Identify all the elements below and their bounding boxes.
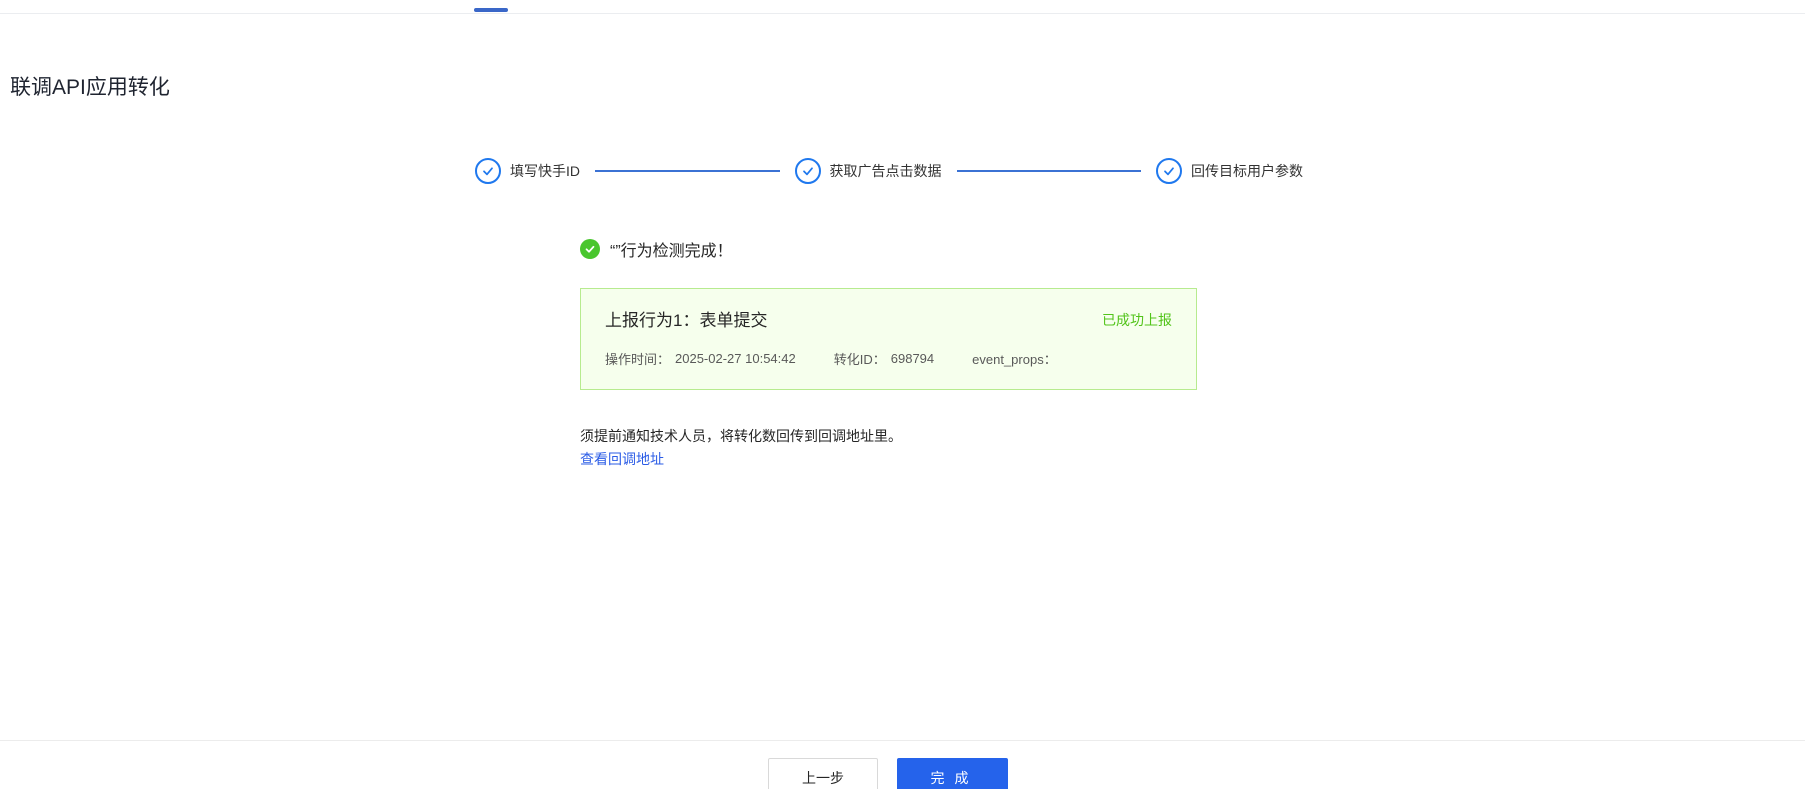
success-check-icon	[580, 239, 600, 259]
report-card-meta: 操作时间： 2025-02-27 10:54:42 转化ID： 698794 e…	[605, 349, 1172, 368]
meta-event-props: event_props：	[972, 349, 1062, 368]
step-check-icon	[795, 158, 821, 184]
step-label: 获取广告点击数据	[830, 161, 942, 181]
step-check-icon	[1156, 158, 1182, 184]
meta-value: 2025-02-27 10:54:42	[675, 351, 796, 366]
active-tab-indicator	[474, 8, 508, 12]
report-behavior-card: 上报行为1：表单提交 已成功上报 操作时间： 2025-02-27 10:54:…	[580, 288, 1197, 390]
meta-label: 操作时间：	[605, 349, 670, 368]
step-check-icon	[475, 158, 501, 184]
step-fill-kuaishou-id: 填写快手ID	[475, 158, 580, 184]
callback-note: 须提前通知技术人员，将转化数回传到回调地址里。	[580, 426, 902, 446]
step-label: 回传目标用户参数	[1191, 161, 1303, 181]
report-card-title: 上报行为1：表单提交	[605, 309, 767, 333]
page: 联调API应用转化 填写快手ID 获取广告点击数据	[0, 0, 1805, 789]
step-return-target-user-params: 回传目标用户参数	[1156, 158, 1303, 184]
detection-complete-row: “”行为检测完成！	[580, 237, 733, 261]
tab-bar	[0, 0, 1805, 14]
step-get-ad-click-data: 获取广告点击数据	[795, 158, 942, 184]
page-title: 联调API应用转化	[10, 74, 170, 102]
meta-conversion-id: 转化ID： 698794	[834, 349, 934, 368]
detection-complete-message: “”行为检测完成！	[610, 237, 733, 261]
view-callback-address-link[interactable]: 查看回调地址	[580, 449, 664, 469]
step-connector	[595, 170, 780, 172]
done-button[interactable]: 完成	[897, 758, 1008, 789]
meta-value: 698794	[891, 351, 934, 366]
meta-label: event_props：	[972, 349, 1057, 368]
meta-label: 转化ID：	[834, 349, 886, 368]
meta-operation-time: 操作时间： 2025-02-27 10:54:42	[605, 349, 796, 368]
report-card-header: 上报行为1：表单提交 已成功上报	[605, 309, 1172, 333]
step-connector	[957, 170, 1142, 172]
stepper: 填写快手ID 获取广告点击数据 回传目标用户参数	[475, 157, 1303, 185]
prev-step-button[interactable]: 上一步	[768, 758, 878, 789]
step-label: 填写快手ID	[510, 161, 580, 181]
footer-bar: 上一步 完成	[0, 740, 1805, 789]
status-badge: 已成功上报	[1102, 309, 1172, 331]
